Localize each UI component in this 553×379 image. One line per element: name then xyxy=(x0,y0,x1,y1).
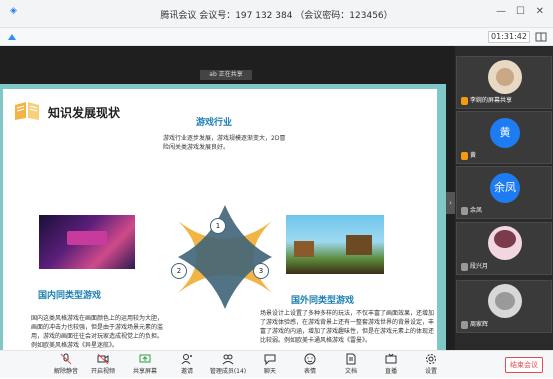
avatar-face xyxy=(495,292,515,310)
industry-heading: 游戏行业 xyxy=(196,118,233,128)
mic-muted-icon xyxy=(461,207,468,215)
participant-tile[interactable]: 余凤 余凤 xyxy=(456,166,552,219)
start-video-label: 开启视频 xyxy=(90,368,115,375)
avatar: 黄 xyxy=(490,118,520,148)
emoji-label: 表情 xyxy=(303,368,316,375)
foreign-heading: 国外同类型游戏 xyxy=(291,296,355,306)
live-button[interactable]: 直播 xyxy=(369,353,413,379)
foreign-game-screenshot xyxy=(286,215,384,274)
avatar xyxy=(488,284,522,318)
domestic-heading: 国内同类型游戏 xyxy=(38,291,102,301)
chat-icon xyxy=(264,354,276,365)
collapse-sidebar-button[interactable]: › xyxy=(446,192,455,214)
mic-icon xyxy=(461,152,468,160)
industry-text: 游戏行业逐步发展，游戏规模逐渐变大，2D冒险闯关类游戏发展良好。 xyxy=(163,135,286,151)
close-icon[interactable]: ✕ xyxy=(536,6,544,17)
relation-diagram xyxy=(178,205,272,309)
game-banner-graphic xyxy=(67,231,107,245)
avatar-face xyxy=(496,68,514,86)
share-screen-button[interactable]: 共享屏幕 xyxy=(123,353,167,379)
mic-muted-icon xyxy=(461,263,468,271)
title-bar: 腾讯会议 会议号：197 132 384 （会议密码：123456） ◈ — ☐… xyxy=(0,0,553,28)
avatar-hair xyxy=(494,230,516,248)
shared-screen-area: ab 正在共享 知识发展现状 游戏行业 游戏行业逐步发展，游戏规模逐渐变大，2D… xyxy=(0,46,455,373)
document-label: 文档 xyxy=(344,368,357,375)
mic-icon xyxy=(461,97,468,105)
chat-label: 聊天 xyxy=(263,368,276,375)
mic-muted-icon xyxy=(461,321,468,329)
participant-name: 余凤 xyxy=(470,207,483,214)
participant-tile[interactable]: 周家辉 xyxy=(456,280,552,333)
slide-panel: 知识发展现状 游戏行业 游戏行业逐步发展，游戏规模逐渐变大，2D冒险闯关类游戏发… xyxy=(3,89,437,367)
game-platform-graphic xyxy=(294,241,314,257)
manage-members-button[interactable]: 管理成员(14) xyxy=(206,353,250,379)
emoji-icon xyxy=(304,353,316,365)
settings-icon xyxy=(426,354,436,364)
game-structure-graphic xyxy=(346,235,372,255)
presentation-slide: 知识发展现状 游戏行业 游戏行业逐步发展，游戏规模逐渐变大，2D冒险闯关类游戏发… xyxy=(0,84,446,373)
meeting-timer: 01:31:42 xyxy=(488,31,530,43)
participant-name: 李婉的屏幕共享 xyxy=(470,97,513,104)
share-screen-icon xyxy=(139,354,151,363)
end-meeting-button[interactable]: 结束会议 xyxy=(505,357,543,373)
participant-list: 李婉的屏幕共享 黄 黄 余凤 余凤 段兴月 周家辉 xyxy=(455,46,553,350)
meeting-info-bar: 01:31:42 xyxy=(0,28,553,46)
book-icon xyxy=(15,102,39,120)
participant-tile[interactable]: 段兴月 xyxy=(456,222,552,275)
participant-tile[interactable]: 黄 黄 xyxy=(456,111,552,164)
domestic-text: 国内这类风格游戏在画面颜色上的运用较为大胆，画面的冲击力也较强，但是由于游戏场景… xyxy=(31,315,164,349)
circle-number-3: 3 xyxy=(253,263,269,279)
avatar: 余凤 xyxy=(490,173,520,203)
maximize-icon[interactable]: ☐ xyxy=(516,6,525,17)
avatar xyxy=(488,60,522,94)
slide-title: 知识发展现状 xyxy=(48,106,121,120)
domestic-game-screenshot xyxy=(39,215,135,269)
mic-muted-icon xyxy=(60,353,72,365)
circle-number-1: 1 xyxy=(210,218,226,234)
document-button[interactable]: 文档 xyxy=(329,353,373,379)
manage-members-label: 管理成员(14) xyxy=(209,368,247,375)
emoji-button[interactable]: 表情 xyxy=(288,353,332,379)
invite-icon xyxy=(181,354,192,365)
circle-number-2: 2 xyxy=(171,263,187,279)
avatar xyxy=(488,226,522,260)
minimize-icon[interactable]: — xyxy=(496,6,506,17)
participant-tile[interactable]: 李婉的屏幕共享 xyxy=(456,56,552,109)
participant-name: 周家辉 xyxy=(470,321,489,328)
app-logo-icon: ◈ xyxy=(10,6,17,16)
camera-off-icon xyxy=(97,353,109,365)
invite-button[interactable]: 邀请 xyxy=(165,353,209,379)
live-icon xyxy=(385,353,397,364)
invite-label: 邀请 xyxy=(180,368,193,375)
chat-button[interactable]: 聊天 xyxy=(248,353,292,379)
bottom-toolbar: 解除静音 开启视频 共享屏幕 邀请 管理成员(14) 聊天 表情 文档 直播 设… xyxy=(0,350,553,378)
settings-label: 设置 xyxy=(424,368,437,375)
start-video-button[interactable]: 开启视频 xyxy=(81,353,125,379)
document-icon xyxy=(346,353,356,365)
settings-button[interactable]: 设置 xyxy=(409,353,453,379)
network-icon[interactable] xyxy=(6,31,18,43)
live-label: 直播 xyxy=(384,368,397,375)
share-tag: ab 正在共享 xyxy=(200,70,252,80)
foreign-text: 场景设计上设置了多种多样的玩法，不仅丰富了画面效果，还增加了游戏体验感，在游戏背… xyxy=(260,310,435,344)
members-icon xyxy=(222,354,234,365)
participant-name: 黄 xyxy=(470,152,477,159)
participant-name: 段兴月 xyxy=(470,263,489,270)
window-title: 腾讯会议 会议号：197 132 384 （会议密码：123456） xyxy=(160,11,393,21)
share-screen-label: 共享屏幕 xyxy=(132,368,157,375)
layout-icon[interactable] xyxy=(535,31,547,43)
